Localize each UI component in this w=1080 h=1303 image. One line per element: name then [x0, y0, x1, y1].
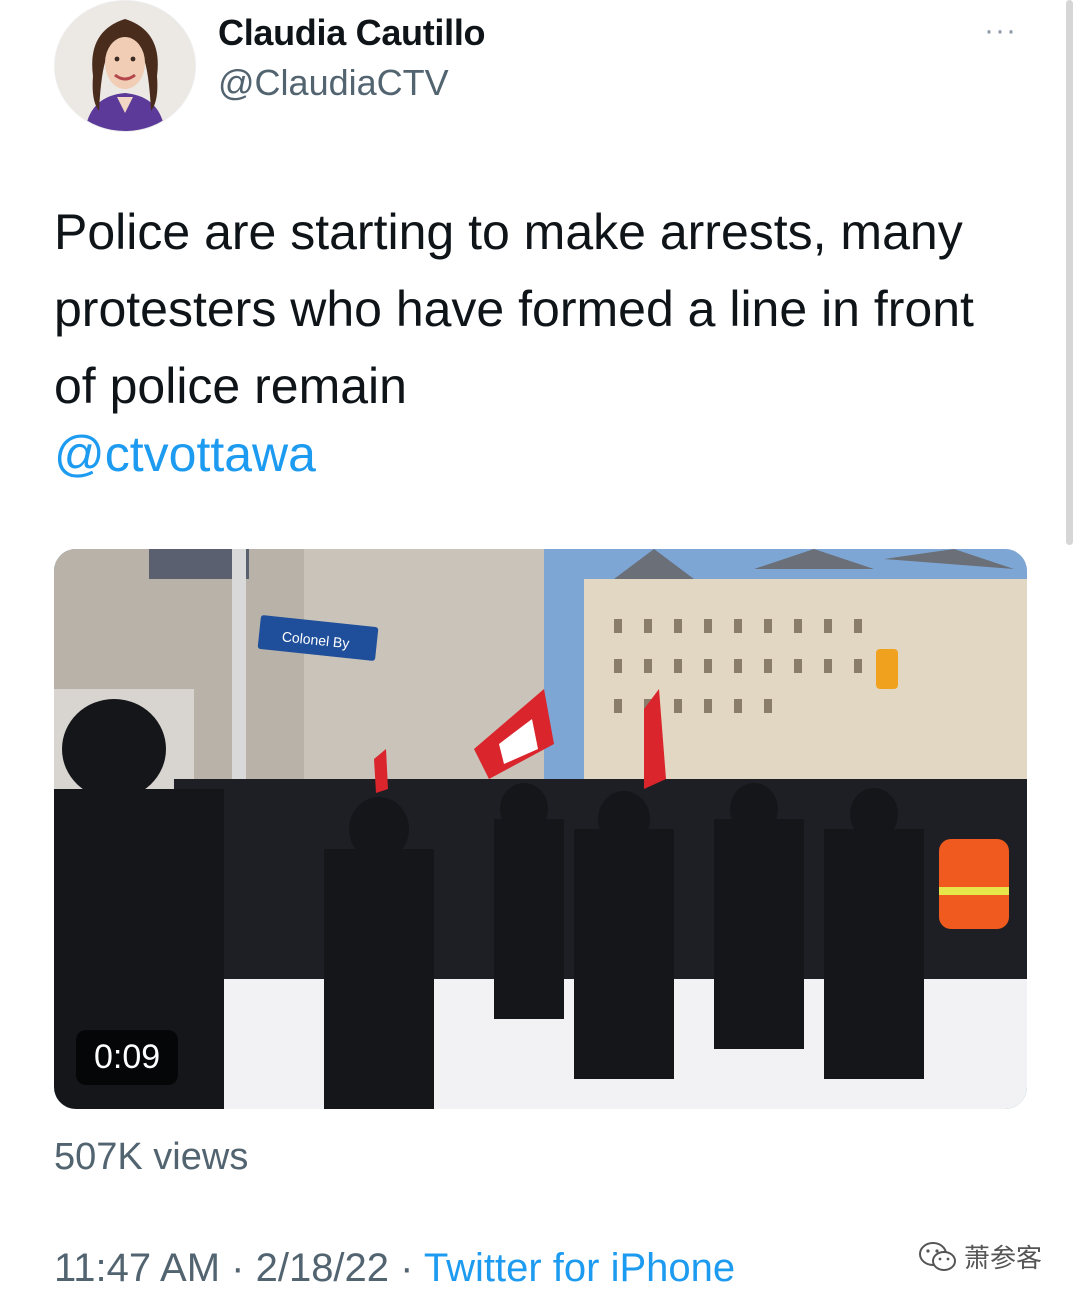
timestamp[interactable]: 11:47 AM · 2/18/22 ·: [54, 1246, 424, 1290]
source-link[interactable]: Twitter for iPhone: [424, 1246, 735, 1290]
author-avatar[interactable]: [54, 0, 196, 132]
watermark-text: 萧参客: [964, 1243, 1043, 1273]
video-thumbnail: Colonel By: [54, 549, 1027, 1109]
view-count[interactable]: 507K views: [54, 1136, 248, 1179]
wechat-icon: [919, 1241, 956, 1271]
author-handle[interactable]: @ClaudiaCTV: [218, 62, 449, 104]
mention-link[interactable]: @ctvottawa: [54, 425, 316, 483]
author-name[interactable]: Claudia Cautillo: [218, 12, 486, 54]
tweet-text: Police are starting to make arrests, man…: [54, 204, 974, 414]
scrollbar[interactable]: [1066, 0, 1073, 545]
watermark: 萧参客: [918, 1238, 1042, 1275]
tweet-meta: 11:47 AM · 2/18/22 · Twitter for iPhone: [54, 1246, 735, 1291]
more-options-icon[interactable]: ···: [984, 14, 1017, 48]
video-player[interactable]: Colonel By 0:09: [54, 549, 1027, 1109]
avatar-image: [55, 1, 195, 131]
video-duration: 0:09: [76, 1030, 179, 1085]
